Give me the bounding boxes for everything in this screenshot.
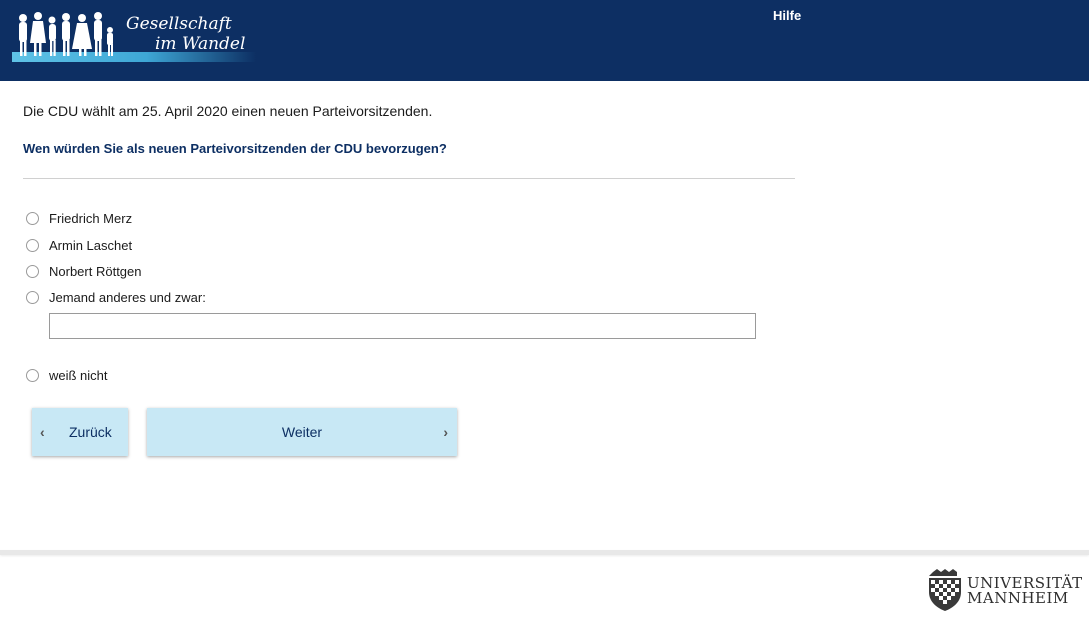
- logo-line-2: im Wandel: [155, 34, 246, 54]
- option-friedrich-merz[interactable]: Friedrich Merz: [26, 210, 132, 226]
- chevron-right-icon: ›: [443, 424, 448, 440]
- option-someone-else[interactable]: Jemand anderes und zwar:: [26, 289, 206, 305]
- header-bar: Gesellschaft im Wandel Hilfe: [0, 0, 1089, 81]
- gesellschaft-im-wandel-logo[interactable]: Gesellschaft im Wandel: [12, 8, 256, 64]
- option-label: weiß nicht: [49, 367, 108, 383]
- logo-wordmark: Gesellschaft im Wandel: [126, 14, 245, 54]
- option-label: Friedrich Merz: [49, 210, 133, 226]
- option-dont-know[interactable]: weiß nicht: [26, 367, 108, 383]
- logo-line-1: Gesellschaft: [126, 14, 232, 34]
- back-button-label: Zurück: [69, 424, 112, 440]
- option-armin-laschet[interactable]: Armin Laschet: [26, 237, 132, 253]
- radio-button[interactable]: [26, 211, 39, 225]
- divider: [23, 178, 795, 179]
- footer-divider: [0, 550, 1089, 555]
- radio-button[interactable]: [26, 368, 39, 382]
- question-text: Wen würden Sie als neuen Parteivorsitzen…: [23, 141, 447, 156]
- option-label: Armin Laschet: [49, 237, 133, 253]
- other-candidate-input[interactable]: [49, 313, 756, 339]
- people-silhouettes-icon: [19, 12, 113, 56]
- help-link[interactable]: Hilfe: [773, 8, 801, 23]
- radio-button[interactable]: [26, 290, 39, 304]
- intro-text: Die CDU wählt am 25. April 2020 einen ne…: [23, 103, 433, 119]
- radio-button[interactable]: [26, 264, 39, 278]
- option-label: Jemand anderes und zwar:: [49, 289, 206, 305]
- university-wordmark: UNIVERSITÄT MANNHEIM: [967, 576, 1083, 606]
- option-norbert-roettgen[interactable]: Norbert Röttgen: [26, 263, 142, 279]
- chevron-left-icon: ‹: [40, 424, 45, 440]
- back-button[interactable]: ‹ Zurück: [32, 408, 128, 456]
- option-label: Norbert Röttgen: [49, 263, 142, 279]
- university-crest-icon: [929, 569, 961, 611]
- next-button-label: Weiter: [281, 424, 323, 440]
- radio-button[interactable]: [26, 238, 39, 252]
- university-line-2: MANNHEIM: [967, 589, 1069, 607]
- university-mannheim-logo[interactable]: UNIVERSITÄT MANNHEIM: [925, 568, 1085, 612]
- next-button[interactable]: Weiter ›: [147, 408, 457, 456]
